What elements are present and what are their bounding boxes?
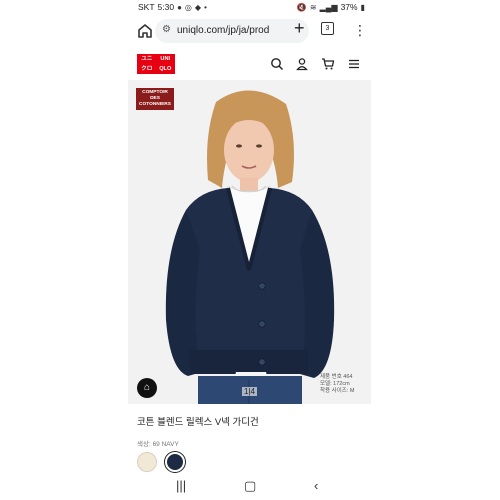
wifi-icon: ≋: [309, 2, 317, 12]
signal-icon: ▂▄▆: [319, 2, 338, 12]
model-info-line2: 모델: 172cm: [320, 381, 350, 387]
image-pager: 1|4: [242, 387, 257, 396]
color-label: 색상: 69 NAVY: [137, 441, 179, 448]
browser-menu-icon[interactable]: ⋮: [353, 22, 367, 39]
product-image-carousel[interactable]: COMPTOIR DES COTONNIERS 제품 번호 464 모델: 17…: [128, 80, 371, 404]
phone-screen: SKT 5:30 ● ◎ ◆ • 🔇 ≋ ▂▄▆ 37% ▮ ⚙ uniqlo.…: [128, 0, 371, 500]
battery-percent: 37%: [340, 2, 358, 12]
logo-text-top: UNI: [160, 56, 171, 62]
model-info-line3: 착용 사이즈: M: [320, 388, 355, 394]
cart-icon[interactable]: [321, 57, 335, 71]
mute-icon: 🔇: [296, 2, 307, 12]
home-nav-icon[interactable]: ▢: [244, 478, 256, 494]
clock: 5:30: [157, 2, 175, 12]
uniqlo-logo[interactable]: ユニ UNI クロ QLO: [137, 54, 175, 74]
account-icon[interactable]: [295, 57, 309, 71]
carrier-label: SKT: [138, 2, 155, 12]
recent-apps-icon[interactable]: |||: [176, 478, 186, 493]
location-icon: ◎: [184, 2, 192, 12]
back-icon[interactable]: ‹: [314, 478, 318, 493]
more-notifications-dot: •: [204, 2, 207, 12]
notification-icon: ◆: [194, 2, 202, 12]
brand-badge-line2: COTONNIERS: [139, 102, 171, 107]
color-swatch-navy[interactable]: [165, 452, 185, 472]
brand-badge: COMPTOIR DES COTONNIERS: [136, 88, 174, 110]
brand-badge-line1: COMPTOIR DES: [142, 90, 168, 101]
logo-text-bottom: QLO: [159, 65, 172, 72]
new-tab-button[interactable]: +: [294, 18, 305, 39]
product-photo: [128, 80, 371, 404]
hamburger-menu-icon[interactable]: [347, 57, 361, 71]
address-bar[interactable]: ⚙ uniqlo.com/jp/ja/prod: [155, 19, 309, 43]
site-settings-icon[interactable]: ⚙: [162, 24, 171, 35]
home-icon[interactable]: [136, 22, 154, 40]
android-nav-bar: ||| ▢ ‹: [128, 474, 371, 500]
browser-toolbar: ⚙ uniqlo.com/jp/ja/prod + 3 ⋮: [128, 16, 371, 46]
product-title: 코튼 블렌드 릴렉스 V넥 가디건: [137, 417, 259, 428]
status-bar: SKT 5:30 ● ◎ ◆ • 🔇 ≋ ▂▄▆ 37% ▮: [128, 0, 371, 14]
site-header: ユニ UNI クロ QLO: [128, 50, 371, 78]
color-swatch-cream[interactable]: [137, 452, 157, 472]
search-icon[interactable]: [270, 57, 284, 71]
model-info-line1: 제품 번호 464: [320, 374, 353, 380]
tab-switcher-button[interactable]: 3: [321, 22, 334, 35]
battery-icon: ▮: [360, 2, 365, 12]
logo-text-kana-bottom: クロ: [141, 65, 153, 72]
logo-text-kana-top: ユニ: [141, 56, 153, 62]
model-info: 제품 번호 464 모델: 172cm 착용 사이즈: M: [320, 374, 354, 395]
url-text[interactable]: uniqlo.com/jp/ja/prod: [177, 25, 305, 36]
hanger-icon[interactable]: ⌂: [137, 378, 157, 398]
chat-icon: ●: [177, 2, 182, 12]
